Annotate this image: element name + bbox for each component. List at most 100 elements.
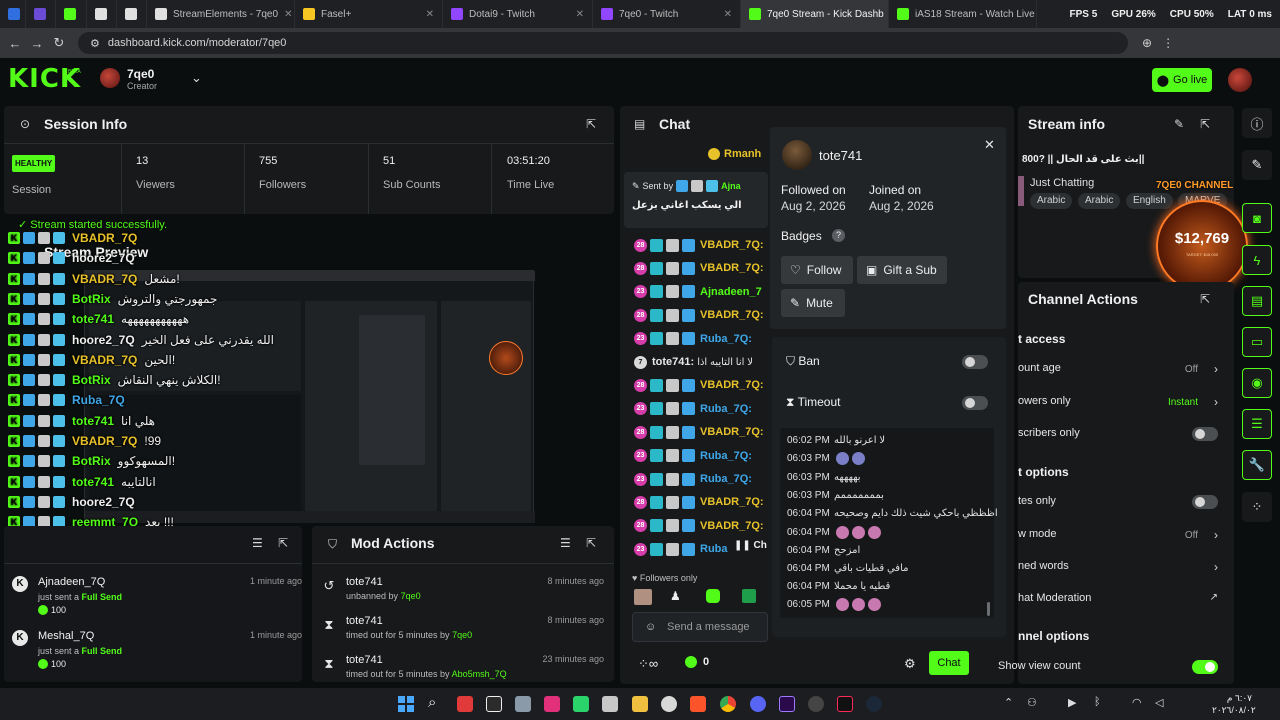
chat-message[interactable]: 23 Ruba_7Q: [634, 331, 752, 347]
layers-icon[interactable]: ☰ [1242, 409, 1272, 439]
chat-username[interactable]: VBADR_7Q: [700, 239, 764, 251]
show-view-count-toggle[interactable] [1192, 660, 1218, 674]
taskbar-date[interactable]: ٢٠٢٦/٠٨/٠٢ [1212, 705, 1256, 716]
chevron-down-icon[interactable]: ⌄ [191, 70, 202, 86]
chat-message[interactable]: 7 tote741: لا انا التايبه اذا [634, 354, 753, 370]
emote-icon[interactable] [634, 589, 652, 605]
app-icon[interactable] [808, 696, 824, 712]
follow-button[interactable]: ♡ Follow [781, 256, 853, 284]
tab-9[interactable]: 7qe0 Stream - Kick Dashb✕ [741, 0, 889, 28]
chat-input[interactable]: ☺ Send a message [632, 612, 768, 642]
slow-mode-row[interactable]: w mode Off › [1018, 528, 1224, 548]
popout-icon[interactable]: ⇱ [586, 536, 596, 550]
app-icon[interactable] [457, 696, 473, 712]
chat-username[interactable]: Ruba [700, 543, 728, 555]
chat-send-button[interactable]: Chat [929, 651, 969, 675]
close-icon[interactable]: ✕ [724, 9, 732, 20]
chat-message[interactable]: 23 Ruba_7Q: [634, 401, 752, 417]
chat-message[interactable]: 28 VBADR_7Q: [634, 307, 764, 323]
app-icon[interactable] [602, 696, 618, 712]
tab-3[interactable] [87, 0, 117, 28]
apps-icon[interactable]: ⁘ [1242, 492, 1272, 522]
tab-8[interactable]: 7qe0 - Twitch ✕ [593, 0, 741, 28]
camera-icon[interactable]: ◙ [1242, 203, 1272, 233]
app-icon[interactable] [544, 696, 560, 712]
forward-icon[interactable]: → [26, 36, 48, 51]
discord-icon[interactable] [750, 696, 766, 712]
filter-icon[interactable]: ☰ [252, 536, 263, 550]
emote-picker-icon[interactable]: ☺ [645, 621, 656, 633]
volume-icon[interactable]: ◁ [1155, 696, 1163, 709]
wrench-icon[interactable]: 🔧 [1242, 450, 1272, 480]
activity-user[interactable]: Meshal_7Q [38, 630, 94, 642]
activity-user[interactable]: Ajnadeen_7Q [38, 576, 105, 588]
steam-icon[interactable] [866, 696, 882, 712]
chat-message[interactable]: 28 VBADR_7Q: [634, 518, 764, 534]
popout-icon[interactable]: ⇱ [1200, 117, 1210, 131]
chat-username[interactable]: Ruba_7Q: [700, 333, 752, 345]
close-icon[interactable]: ✕ [984, 137, 995, 153]
app-icon[interactable] [573, 696, 589, 712]
avatar[interactable] [1228, 68, 1252, 92]
stream-preview[interactable]: ✓ Stream started successfully. Stream Pr… [0, 216, 616, 551]
lightning-icon[interactable]: ϟ [1242, 245, 1272, 275]
followers-only-row[interactable]: owers only Instant › [1018, 395, 1224, 415]
tab-5[interactable]: StreamElements - 7qe0 ✕ [147, 0, 295, 28]
usercard-username[interactable]: tote741 [819, 148, 862, 163]
emotes-only-toggle[interactable] [1192, 495, 1218, 509]
chat-message[interactable]: 23 Ruba [634, 541, 728, 557]
broadcast-icon[interactable]: ◉ [1242, 368, 1272, 398]
document-icon[interactable]: ▤ [1242, 286, 1272, 316]
ban-toggle[interactable] [962, 355, 988, 369]
banned-words-row[interactable]: ned words › [1018, 560, 1224, 580]
chat-username[interactable]: VBADR_7Q: [700, 262, 764, 274]
chat-message[interactable]: 28 VBADR_7Q: [634, 237, 764, 253]
tiktok-icon[interactable] [837, 696, 853, 712]
close-icon[interactable]: ✕ [426, 9, 434, 20]
chat-username[interactable]: Ajnadeen_7 [700, 286, 762, 298]
chat-message[interactable]: 23 Ruba_7Q: [634, 448, 752, 464]
url-field[interactable]: ⚙ dashboard.kick.com/moderator/7qe0 [78, 32, 1128, 54]
tab-10[interactable]: iAS18 Stream - Watch Live o [889, 0, 1037, 28]
chat-username[interactable]: Ruba_7Q: [700, 403, 752, 415]
play-icon[interactable]: ▶ [1068, 696, 1076, 709]
app-icon[interactable] [486, 696, 502, 712]
chat-message[interactable]: 28 VBADR_7Q: [634, 424, 764, 440]
pinned-message[interactable]: ✎ Sent by Ajna الي يسكب اغاني بزعل [624, 172, 768, 228]
gear-icon[interactable]: ⚙ [904, 656, 916, 672]
subscribers-only-toggle[interactable] [1192, 427, 1218, 441]
tab-6[interactable]: Fasel+ ✕ [295, 0, 443, 28]
popout-icon[interactable]: ⇱ [586, 117, 596, 131]
chat-username[interactable]: VBADR_7Q: [700, 379, 764, 391]
start-icon[interactable] [398, 696, 414, 712]
tray-icon[interactable]: ⚇ [1027, 696, 1037, 709]
timeout-toggle[interactable] [962, 396, 988, 410]
premiere-icon[interactable] [779, 696, 795, 712]
chevron-up-icon[interactable]: ⌃ [1004, 696, 1013, 709]
close-icon[interactable]: ✕ [576, 9, 584, 20]
bluetooth-icon[interactable]: ᛒ [1094, 696, 1101, 708]
chat-username[interactable]: VBADR_7Q: [700, 520, 764, 532]
back-icon[interactable]: ← [4, 36, 26, 51]
mod-action-user[interactable]: tote741 [346, 654, 383, 666]
wifi-icon[interactable]: ◠ [1132, 696, 1142, 709]
chat-message[interactable]: 28 VBADR_7Q: [634, 260, 764, 276]
chat-username[interactable]: Ruba_7Q: [700, 473, 752, 485]
emote-icon[interactable] [706, 589, 720, 603]
tab-0[interactable] [0, 0, 26, 28]
extension-icon[interactable]: ⊕ [1142, 36, 1152, 50]
chat-paused-indicator[interactable]: ❚❚ Ch [734, 540, 767, 551]
mute-button[interactable]: ✎ Mute [781, 289, 845, 317]
popout-icon[interactable]: ⇱ [278, 536, 288, 550]
chat-message[interactable]: 28 VBADR_7Q: [634, 494, 764, 510]
channel-name[interactable]: 7qe0 [127, 67, 154, 81]
account-age-row[interactable]: ount age Off › [1018, 362, 1224, 382]
chat-username[interactable]: Ruba_7Q: [700, 450, 752, 462]
site-info-icon[interactable]: ⚙ [90, 37, 100, 50]
mod-action-user[interactable]: tote741 [346, 615, 383, 627]
brave-icon[interactable] [690, 696, 706, 712]
mod-action-user[interactable]: tote741 [346, 576, 383, 588]
pencil-icon[interactable]: ✎ [1242, 150, 1272, 180]
chat-message[interactable]: 28 VBADR_7Q: [634, 377, 764, 393]
chat-message[interactable]: 23 Ruba_7Q: [634, 471, 752, 487]
